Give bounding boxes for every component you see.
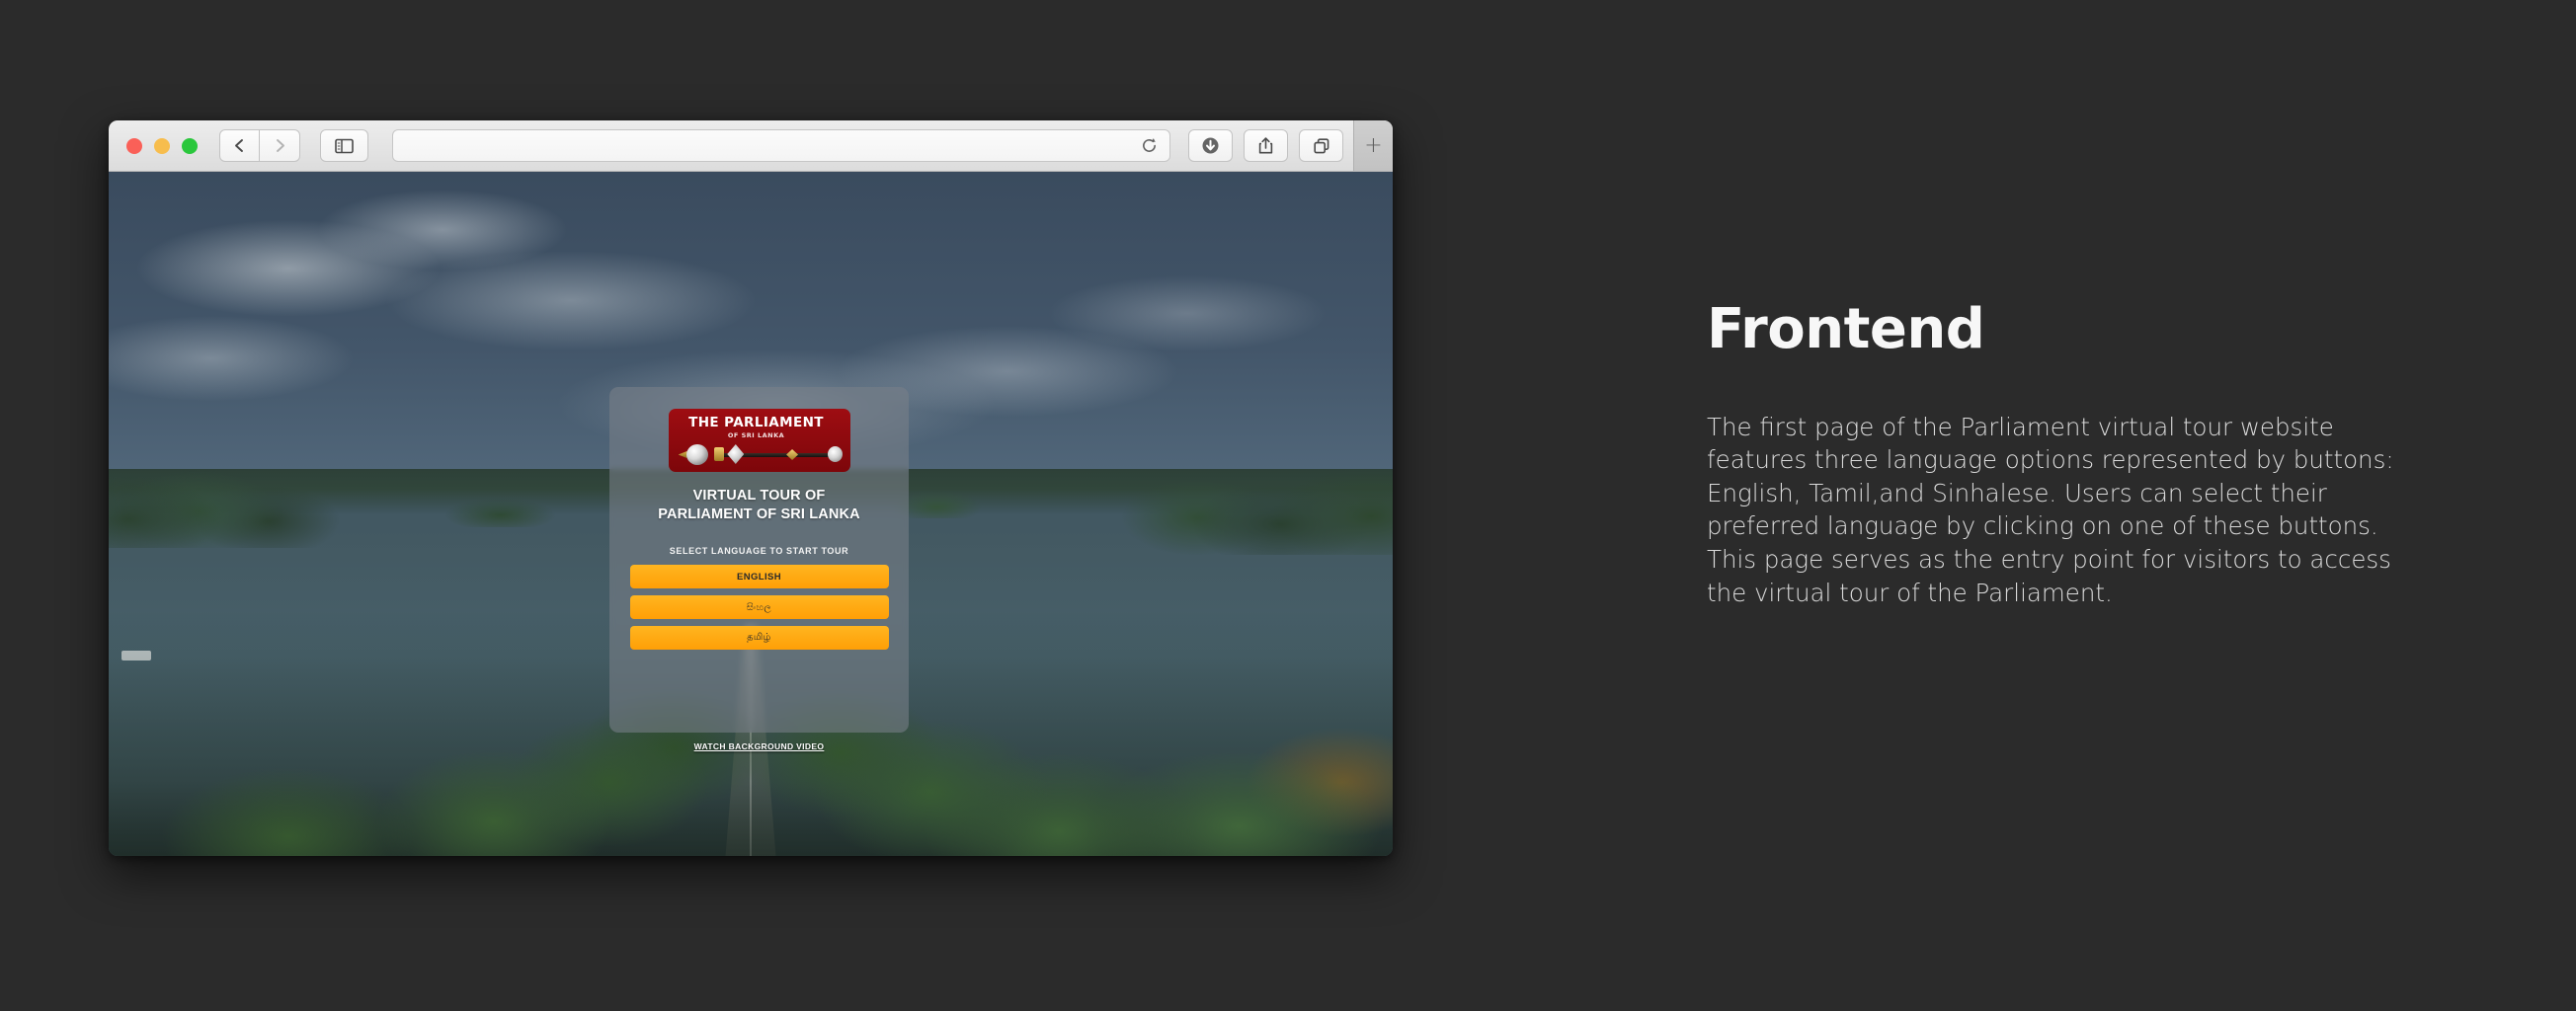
language-button-tamil[interactable]: தமிழ் — [629, 626, 889, 651]
page-title-line-1: VIRTUAL TOUR OF — [692, 488, 826, 504]
window-controls — [126, 137, 198, 154]
minimize-window-button[interactable] — [154, 137, 170, 154]
sidebar-icon — [335, 138, 354, 153]
share-button[interactable] — [1244, 129, 1288, 162]
language-button-group: ENGLISH සිංහල தமிழ் — [629, 565, 889, 651]
navigation-buttons — [219, 129, 300, 162]
ceremonial-mace-icon — [678, 444, 843, 465]
tab-overview-button[interactable] — [1299, 129, 1343, 162]
address-input[interactable] — [405, 138, 1141, 153]
close-window-button[interactable] — [126, 137, 142, 154]
toolbar-actions — [1188, 129, 1343, 162]
select-language-label: SELECT LANGUAGE TO START TOUR — [669, 546, 849, 557]
page-viewport: THE PARLIAMENT OF SRI LANKA VIRTUAL TOUR… — [109, 172, 1393, 856]
mace-bead — [786, 449, 799, 460]
chevron-right-icon — [276, 139, 284, 152]
chevron-left-icon — [235, 139, 243, 152]
islet-left — [430, 497, 571, 528]
maximize-window-button[interactable] — [182, 137, 198, 154]
sidebar-toggle-button[interactable] — [320, 129, 368, 162]
address-bar-container — [392, 129, 1170, 162]
right-treeline — [1097, 445, 1393, 556]
new-tab-label: + — [1364, 132, 1383, 158]
left-treeline — [109, 452, 340, 549]
page-title: VIRTUAL TOUR OF PARLIAMENT OF SRI LANKA — [658, 487, 860, 524]
downloads-icon — [1202, 137, 1219, 154]
logo-subtitle: OF SRI LANKA — [727, 431, 785, 439]
logo-title: THE PARLIAMENT — [688, 415, 824, 430]
language-button-english[interactable]: ENGLISH — [629, 565, 889, 589]
page-title-line-2: PARLIAMENT OF SRI LANKA — [658, 506, 860, 523]
info-body: The first page of the Parliament virtual… — [1707, 412, 2394, 607]
share-icon — [1258, 137, 1273, 154]
mace-crown — [727, 444, 745, 464]
mace-collar — [714, 447, 725, 461]
reload-icon[interactable] — [1141, 137, 1158, 154]
new-tab-button[interactable]: + — [1353, 120, 1393, 171]
forward-button[interactable] — [260, 129, 300, 162]
mace-head — [685, 444, 708, 465]
mace-end-knob — [827, 446, 843, 462]
browser-window: + THE PARLIAMENT OF SRI LANKA VIRTUAL TO… — [109, 120, 1393, 856]
tab-overview-icon — [1313, 137, 1328, 153]
browser-toolbar: + — [109, 120, 1393, 172]
info-heading: Frontend — [1707, 297, 1985, 361]
watch-background-video-link[interactable]: WATCH BACKGROUND VIDEO — [609, 741, 909, 751]
info-panel: Frontend The first page of the Parliamen… — [1707, 297, 2457, 609]
language-button-sinhala[interactable]: සිංහල — [629, 595, 889, 620]
sidebar-toggle-group — [320, 129, 368, 162]
language-selection-card: THE PARLIAMENT OF SRI LANKA VIRTUAL TOUR… — [609, 387, 909, 733]
parliament-logo: THE PARLIAMENT OF SRI LANKA — [668, 409, 850, 472]
back-button[interactable] — [219, 129, 260, 162]
downloads-button[interactable] — [1188, 129, 1233, 162]
address-bar[interactable] — [392, 129, 1170, 162]
